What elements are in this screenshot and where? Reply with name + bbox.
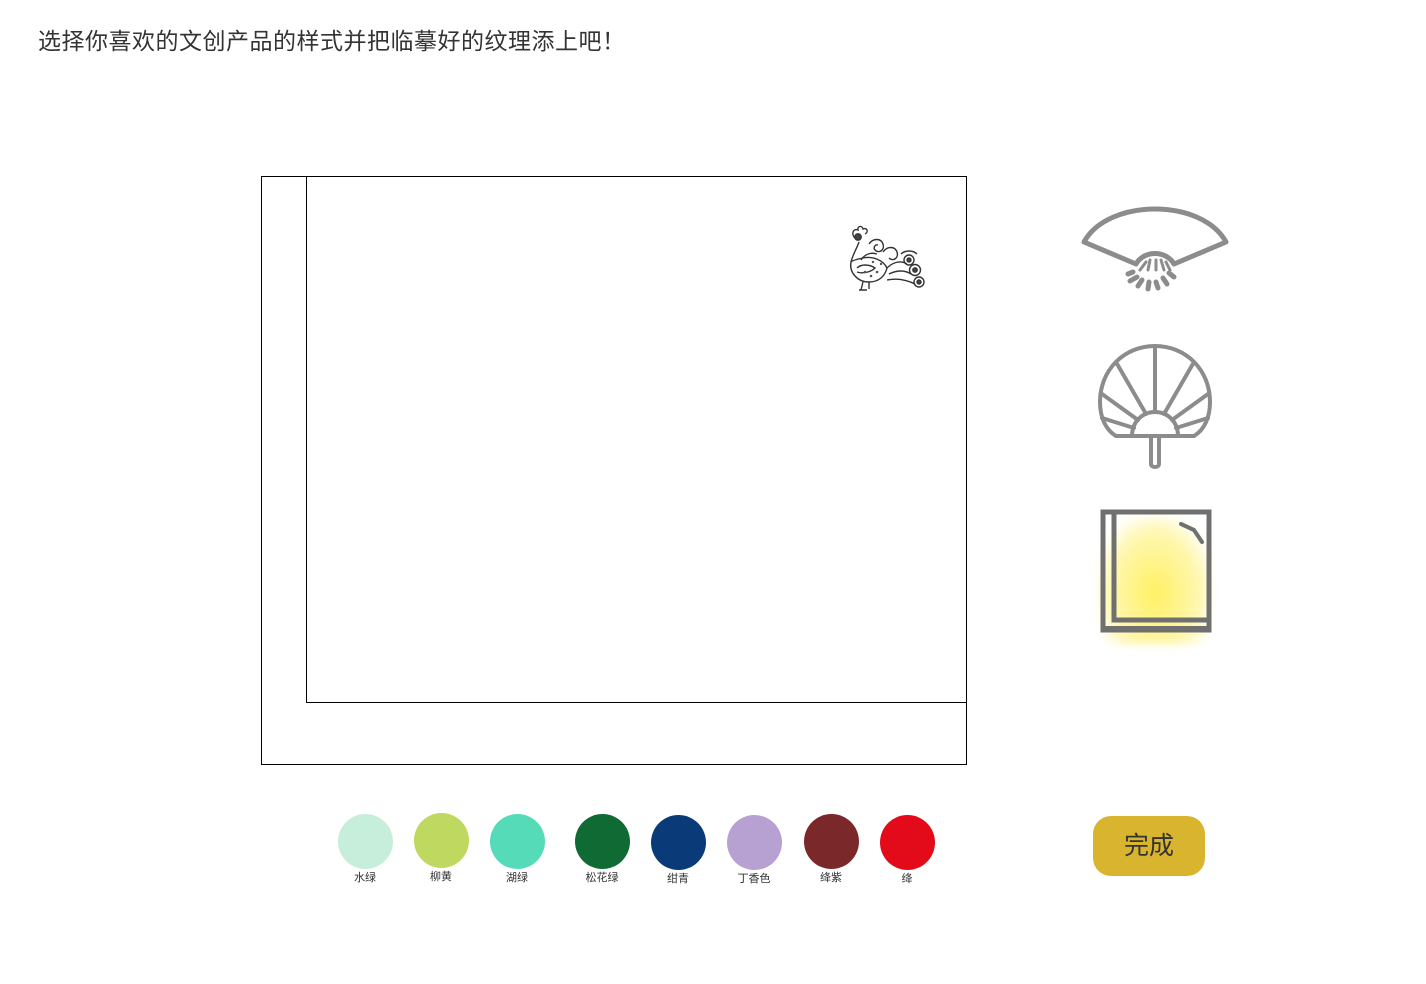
color-swatch-shuilv[interactable]: 水绿 bbox=[337, 814, 393, 885]
round-fan-icon bbox=[1098, 344, 1212, 469]
color-swatch-jiangzi[interactable]: 绛紫 bbox=[803, 814, 859, 885]
swatch-dot bbox=[879, 815, 935, 870]
swatch-dot bbox=[489, 814, 545, 869]
swatch-label: 绀青 bbox=[667, 872, 689, 885]
swatch-dot bbox=[574, 814, 630, 869]
swatch-label: 绛 bbox=[901, 872, 913, 885]
swatch-dot bbox=[803, 814, 859, 869]
swatch-label: 柳黄 bbox=[430, 870, 452, 883]
notebook-style-option[interactable] bbox=[1096, 506, 1216, 644]
swatch-dot bbox=[726, 815, 782, 870]
swatch-label: 绛紫 bbox=[820, 871, 842, 884]
instruction-text: 选择你喜欢的文创产品的样式并把临摹好的纹理添上吧！ bbox=[38, 29, 626, 55]
phoenix-pattern-icon[interactable] bbox=[843, 224, 927, 294]
swatch-label: 湖绿 bbox=[506, 871, 528, 884]
swatch-label: 松花绿 bbox=[585, 871, 619, 884]
folding-fan-style-option[interactable] bbox=[1078, 198, 1232, 298]
round-fan-style-option[interactable] bbox=[1094, 340, 1216, 472]
swatch-dot bbox=[413, 813, 469, 868]
done-button[interactable]: 完成 bbox=[1093, 816, 1205, 876]
page: 选择你喜欢的文创产品的样式并把临摹好的纹理添上吧！ 水绿 柳黄 湖绿 松花绿 绀… bbox=[0, 0, 1426, 984]
color-swatch-jiang[interactable]: 绛 bbox=[879, 815, 935, 886]
swatch-dot bbox=[650, 815, 706, 870]
swatch-label: 丁香色 bbox=[737, 872, 771, 885]
color-swatch-hulv[interactable]: 湖绿 bbox=[489, 814, 545, 885]
color-swatch-dingxiangse[interactable]: 丁香色 bbox=[726, 815, 782, 886]
folding-fan-icon bbox=[1081, 206, 1229, 292]
swatch-dot bbox=[337, 814, 393, 869]
color-swatch-liuhuang[interactable]: 柳黄 bbox=[413, 813, 469, 884]
swatch-label: 水绿 bbox=[354, 871, 376, 884]
color-swatch-songhualv[interactable]: 松花绿 bbox=[574, 814, 630, 885]
notebook-icon bbox=[1100, 509, 1212, 633]
color-swatch-ganqing[interactable]: 绀青 bbox=[650, 815, 706, 886]
